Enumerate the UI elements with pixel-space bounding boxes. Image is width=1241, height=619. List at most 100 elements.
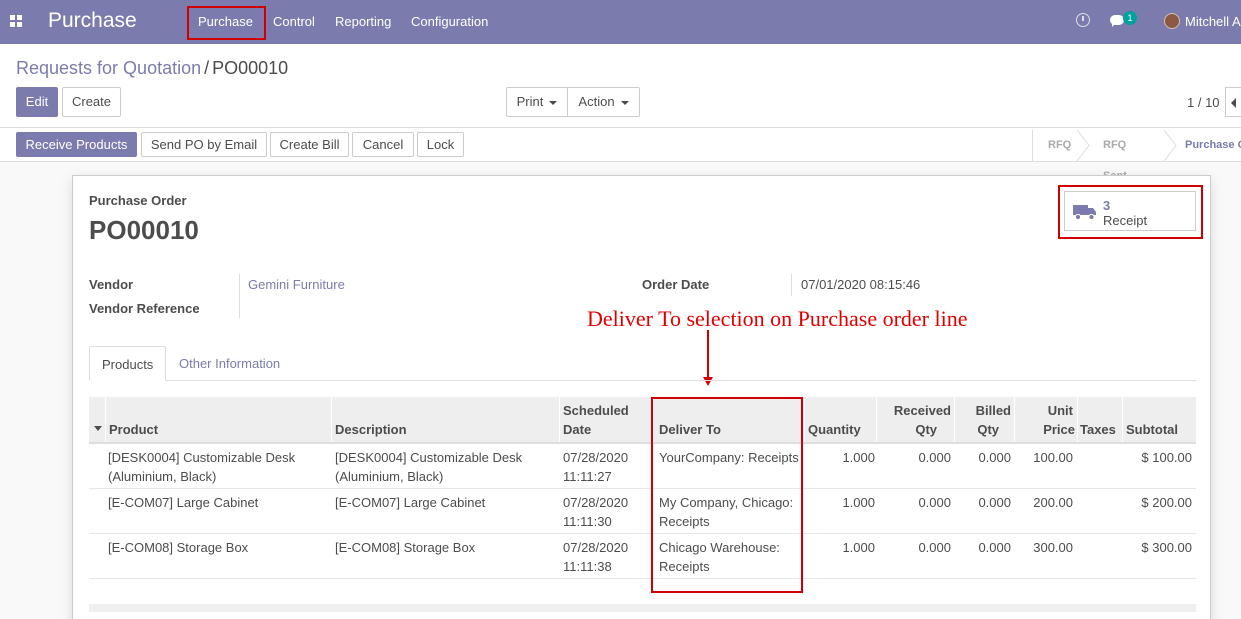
date-cell-line2: 11:11:27: [563, 469, 612, 484]
form-type-label: Purchase Order: [89, 193, 187, 208]
sort-caret-icon[interactable]: [94, 426, 102, 431]
description-cell-line2: (Aluminium, Black): [335, 469, 444, 484]
create-bill-button[interactable]: Create Bill: [270, 132, 349, 157]
unit-price-cell: 100.00: [1033, 450, 1073, 465]
table-row[interactable]: [DESK0004] Customizable Desk (Aluminium,…: [89, 444, 1196, 489]
receive-products-button[interactable]: Receive Products: [16, 132, 137, 157]
user-menu[interactable]: Mitchell Admin: [1185, 14, 1241, 29]
divider: [1014, 397, 1015, 442]
column-subtotal[interactable]: Subtotal: [1126, 422, 1178, 437]
table-header: Product Description Scheduled Date Deliv…: [89, 397, 1196, 444]
column-billed-qty-line2[interactable]: Qty: [957, 422, 999, 437]
lock-button[interactable]: Lock: [417, 132, 464, 157]
quantity-cell: 1.000: [842, 540, 875, 555]
app-title: Purchase: [48, 9, 137, 32]
clock-icon[interactable]: [1076, 13, 1090, 27]
table-footer: [89, 604, 1196, 612]
column-description[interactable]: Description: [335, 422, 407, 437]
column-quantity[interactable]: Quantity: [808, 422, 861, 437]
column-scheduled-date-line1[interactable]: Scheduled: [563, 403, 629, 418]
quantity-cell: 1.000: [842, 495, 875, 510]
column-billed-qty-line1[interactable]: Billed: [957, 403, 1011, 418]
breadcrumb-parent[interactable]: Requests for Quotation: [16, 58, 201, 78]
date-cell-line2: 11:11:38: [563, 559, 612, 574]
breadcrumb-separator: /: [204, 58, 210, 78]
deliver-to-highlight-box: [651, 397, 803, 593]
column-unit-price-line2[interactable]: Price: [1017, 422, 1075, 437]
menu-purchase-highlight: [187, 6, 266, 40]
divider: [331, 397, 332, 442]
divider: [876, 397, 877, 442]
top-navbar: Purchase Purchase Control Reporting Conf…: [0, 0, 1241, 44]
tab-products[interactable]: Products: [89, 346, 167, 381]
divider: [1032, 130, 1033, 161]
status-purchase-order[interactable]: Purchase Order: [1185, 130, 1241, 161]
chevron-down-icon: [549, 100, 558, 105]
order-date-label: Order Date: [642, 277, 710, 292]
control-panel: Requests for Quotation / PO00010 Edit Crea…: [0, 44, 1241, 182]
menu-reporting[interactable]: Reporting: [335, 14, 391, 29]
product-cell-line1: [DESK0004] Customizable Desk: [108, 450, 296, 465]
create-button[interactable]: Create: [62, 87, 121, 117]
column-received-qty-line2[interactable]: Qty: [879, 422, 937, 437]
vendor-value[interactable]: Gemini Furniture: [248, 277, 345, 292]
subtotal-cell: $ 100.00: [1141, 450, 1192, 465]
date-cell-line1: 07/28/2020: [563, 450, 629, 465]
pager-previous-icon[interactable]: [1225, 87, 1241, 117]
description-cell-line1: [DESK0004] Customizable Desk: [335, 450, 523, 465]
date-cell-line2: 11:11:30: [563, 514, 612, 529]
vendor-label: Vendor: [89, 277, 134, 292]
received-qty-cell: 0.000: [918, 495, 951, 510]
received-qty-cell: 0.000: [918, 540, 951, 555]
edit-button[interactable]: Edit: [16, 87, 58, 117]
print-dropdown[interactable]: Print: [506, 87, 568, 117]
avatar[interactable]: [1164, 13, 1180, 29]
print-label: Print: [516, 94, 544, 109]
form-sheet: Purchase Order PO00010 3 Receipt Vendor …: [72, 175, 1211, 619]
subtotal-cell: $ 200.00: [1141, 495, 1192, 510]
send-po-email-button[interactable]: Send PO by Email: [141, 132, 267, 157]
column-unit-price-line1[interactable]: Unit: [1017, 403, 1073, 418]
divider: [791, 274, 792, 296]
divider: [105, 397, 106, 442]
action-label: Action: [578, 94, 615, 109]
order-date-value[interactable]: 07/01/2020 08:15:46: [801, 277, 920, 292]
description-cell-line1: [E-COM08] Storage Box: [335, 540, 476, 555]
column-product[interactable]: Product: [109, 422, 158, 437]
tab-other-information[interactable]: Other Information: [167, 346, 292, 381]
billed-qty-cell: 0.000: [978, 540, 1011, 555]
apps-grid-icon[interactable]: [10, 15, 22, 27]
billed-qty-cell: 0.000: [978, 495, 1011, 510]
column-received-qty-line1[interactable]: Received: [879, 403, 951, 418]
cancel-button[interactable]: Cancel: [352, 132, 414, 157]
status-chevron-icon: [1163, 130, 1177, 161]
chat-icon[interactable]: [1110, 15, 1124, 27]
date-cell-line1: 07/28/2020: [563, 540, 629, 555]
notebook-tabs: Products Other Information: [89, 346, 1196, 381]
message-count-badge: 1: [1123, 11, 1137, 25]
divider: [559, 397, 560, 442]
breadcrumb: Requests for Quotation / PO00010: [16, 58, 288, 79]
menu-configuration[interactable]: Configuration: [411, 14, 488, 29]
description-cell-line1: [E-COM07] Large Cabinet: [335, 495, 486, 510]
pager-value[interactable]: 1 / 10: [1187, 95, 1220, 110]
status-chevron-icon: [1076, 130, 1090, 161]
divider: [804, 397, 805, 442]
billed-qty-cell: 0.000: [978, 450, 1011, 465]
divider: [954, 397, 955, 442]
status-rfq-sent[interactable]: RFQ Sent: [1103, 130, 1127, 182]
unit-price-cell: 300.00: [1033, 540, 1073, 555]
status-rfq[interactable]: RFQ: [1048, 130, 1071, 161]
column-scheduled-date-line2[interactable]: Date: [563, 422, 591, 437]
subtotal-cell: $ 300.00: [1141, 540, 1192, 555]
divider: [0, 127, 1241, 128]
received-qty-cell: 0.000: [918, 450, 951, 465]
menu-control[interactable]: Control: [273, 14, 315, 29]
action-dropdown[interactable]: Action: [567, 87, 640, 117]
breadcrumb-current: PO00010: [212, 58, 289, 78]
table-row[interactable]: [E-COM08] Storage Box [E-COM08] Storage …: [89, 534, 1196, 579]
table-row[interactable]: [E-COM07] Large Cabinet [E-COM07] Large …: [89, 489, 1196, 534]
unit-price-cell: 200.00: [1033, 495, 1073, 510]
column-taxes[interactable]: Taxes: [1080, 422, 1116, 437]
divider: [239, 274, 240, 318]
